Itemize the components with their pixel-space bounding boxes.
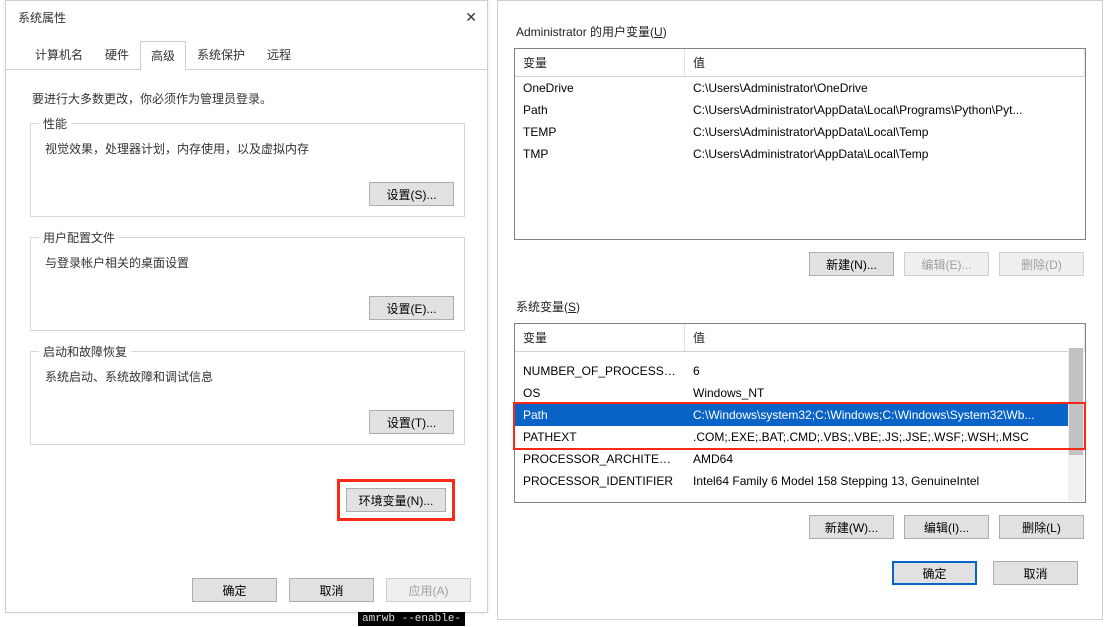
- user-vars-label-prefix: Administrator 的用户变量(: [516, 25, 654, 39]
- env-dialog-button-row: 确定 取消: [514, 543, 1086, 585]
- environment-variables-dialog: Administrator 的用户变量(U) 变量 值 OneDriveC:\U…: [497, 0, 1103, 620]
- table-row[interactable]: TMPC:\Users\Administrator\AppData\Local\…: [515, 143, 1085, 165]
- system-table-scrollbar[interactable]: [1068, 348, 1084, 501]
- group-title-startup: 启动和故障恢复: [39, 343, 131, 360]
- cell-variable: Path: [515, 101, 685, 119]
- profiles-settings-button[interactable]: 设置(E)...: [369, 296, 454, 320]
- environment-variables-button[interactable]: 环境变量(N)...: [346, 488, 446, 512]
- dialog-button-row: 确定 取消 应用(A): [192, 570, 487, 602]
- table-row[interactable]: TEMPC:\Users\Administrator\AppData\Local…: [515, 121, 1085, 143]
- group-text-performance: 视觉效果，处理器计划，内存使用，以及虚拟内存: [41, 124, 454, 160]
- cell-value: Windows_NT: [685, 384, 1085, 402]
- table-row[interactable]: PathC:\Users\Administrator\AppData\Local…: [515, 99, 1085, 121]
- cell-variable: TEMP: [515, 123, 685, 141]
- dialog-title-text: 系统属性: [18, 9, 66, 26]
- edit-system-var-button[interactable]: 编辑(I)...: [904, 515, 989, 539]
- dialog-titlebar: 系统属性 ✕: [6, 1, 487, 32]
- table-row[interactable]: PATHEXT.COM;.EXE;.BAT;.CMD;.VBS;.VBE;.JS…: [515, 426, 1085, 448]
- cell-variable: Path: [515, 406, 685, 424]
- tab-远程[interactable]: 远程: [256, 40, 302, 70]
- cell-variable: TMP: [515, 145, 685, 163]
- ok-button[interactable]: 确定: [192, 578, 277, 602]
- table-row[interactable]: OSWindows_NT: [515, 382, 1085, 404]
- cell-value: AMD64: [685, 450, 1085, 468]
- group-startup-recovery: 启动和故障恢复 系统启动、系统故障和调试信息 设置(T)...: [30, 351, 465, 445]
- intro-text: 要进行大多数更改，你必须作为管理员登录。: [30, 80, 465, 123]
- table-row[interactable]: PathC:\Windows\system32;C:\Windows;C:\Wi…: [515, 404, 1085, 426]
- system-properties-dialog: 系统属性 ✕ 计算机名硬件高级系统保护远程 要进行大多数更改，你必须作为管理员登…: [5, 0, 488, 613]
- new-system-var-button[interactable]: 新建(W)...: [809, 515, 894, 539]
- table-row[interactable]: PROCESSOR_ARCHITECT...AMD64: [515, 448, 1085, 470]
- tab-高级[interactable]: 高级: [140, 41, 186, 71]
- annotation-highlight-env-button: 环境变量(N)...: [337, 479, 455, 521]
- group-title-profiles: 用户配置文件: [39, 229, 119, 246]
- group-performance: 性能 视觉效果，处理器计划，内存使用，以及虚拟内存 设置(S)...: [30, 123, 465, 217]
- user-vars-label-suffix: ): [663, 25, 667, 39]
- startup-settings-button[interactable]: 设置(T)...: [369, 410, 454, 434]
- cancel-button[interactable]: 取消: [289, 578, 374, 602]
- performance-settings-button[interactable]: 设置(S)...: [369, 182, 454, 206]
- col-header-variable[interactable]: 变量: [515, 324, 685, 351]
- delete-user-var-button[interactable]: 删除(D): [999, 252, 1084, 276]
- edit-user-var-button[interactable]: 编辑(E)...: [904, 252, 989, 276]
- tab-strip: 计算机名硬件高级系统保护远程: [6, 32, 487, 70]
- col-header-variable[interactable]: 变量: [515, 49, 685, 76]
- cell-value: C:\Users\Administrator\AppData\Local\Tem…: [685, 123, 1085, 141]
- cell-variable: OneDrive: [515, 79, 685, 97]
- cell-value: C:\Users\Administrator\OneDrive: [685, 79, 1085, 97]
- env-cancel-button[interactable]: 取消: [993, 561, 1078, 585]
- new-user-var-button[interactable]: 新建(N)...: [809, 252, 894, 276]
- table-row[interactable]: OneDriveC:\Users\Administrator\OneDrive: [515, 77, 1085, 99]
- system-table-header: 变量 值: [515, 324, 1085, 352]
- system-vars-label-prefix: 系统变量(: [516, 300, 568, 314]
- user-vars-button-row: 新建(N)... 编辑(E)... 删除(D): [514, 240, 1086, 280]
- cell-variable: OS: [515, 384, 685, 402]
- tab-计算机名[interactable]: 计算机名: [24, 40, 94, 70]
- system-vars-label-suffix: ): [576, 300, 580, 314]
- table-row[interactable]: [515, 352, 1085, 360]
- cell-value: Intel64 Family 6 Model 158 Stepping 13, …: [685, 472, 1085, 490]
- user-vars-label: Administrator 的用户变量(U): [514, 13, 1086, 48]
- scrollbar-thumb[interactable]: [1069, 348, 1083, 455]
- table-row[interactable]: PROCESSOR_IDENTIFIERIntel64 Family 6 Mod…: [515, 470, 1085, 492]
- cell-variable: PROCESSOR_ARCHITECT...: [515, 450, 685, 468]
- table-row[interactable]: NUMBER_OF_PROCESSORS6: [515, 360, 1085, 382]
- cell-variable: NUMBER_OF_PROCESSORS: [515, 362, 685, 380]
- cell-value: 6: [685, 362, 1085, 380]
- group-user-profiles: 用户配置文件 与登录帐户相关的桌面设置 设置(E)...: [30, 237, 465, 331]
- user-table-header: 变量 值: [515, 49, 1085, 77]
- tab-硬件[interactable]: 硬件: [94, 40, 140, 70]
- user-vars-table[interactable]: 变量 值 OneDriveC:\Users\Administrator\OneD…: [514, 48, 1086, 240]
- cell-variable: PROCESSOR_IDENTIFIER: [515, 472, 685, 490]
- cell-variable: [515, 354, 685, 358]
- cell-value: C:\Windows\system32;C:\Windows;C:\Window…: [685, 406, 1085, 424]
- cell-value: C:\Users\Administrator\AppData\Local\Pro…: [685, 101, 1085, 119]
- bg-terminal-fragment: amrwb --enable-: [358, 612, 465, 626]
- system-vars-table[interactable]: 变量 值 NUMBER_OF_PROCESSORS6OSWindows_NTPa…: [514, 323, 1086, 503]
- col-header-value[interactable]: 值: [685, 324, 1085, 351]
- system-vars-label-hotkey: S: [568, 300, 576, 314]
- system-vars-label: 系统变量(S): [514, 280, 1086, 323]
- user-vars-label-hotkey: U: [654, 25, 663, 39]
- cell-value: .COM;.EXE;.BAT;.CMD;.VBS;.VBE;.JS;.JSE;.…: [685, 428, 1085, 446]
- cell-value: C:\Users\Administrator\AppData\Local\Tem…: [685, 145, 1085, 163]
- tab-body-advanced: 要进行大多数更改，你必须作为管理员登录。 性能 视觉效果，处理器计划，内存使用，…: [6, 69, 487, 535]
- cell-value: [685, 354, 1085, 358]
- col-header-value[interactable]: 值: [685, 49, 1085, 76]
- cell-variable: PATHEXT: [515, 428, 685, 446]
- group-title-performance: 性能: [39, 115, 71, 132]
- tab-系统保护[interactable]: 系统保护: [186, 40, 256, 70]
- apply-button[interactable]: 应用(A): [386, 578, 471, 602]
- system-vars-button-row: 新建(W)... 编辑(I)... 删除(L): [514, 503, 1086, 543]
- env-ok-button[interactable]: 确定: [892, 561, 977, 585]
- delete-system-var-button[interactable]: 删除(L): [999, 515, 1084, 539]
- close-icon[interactable]: ✕: [465, 9, 477, 26]
